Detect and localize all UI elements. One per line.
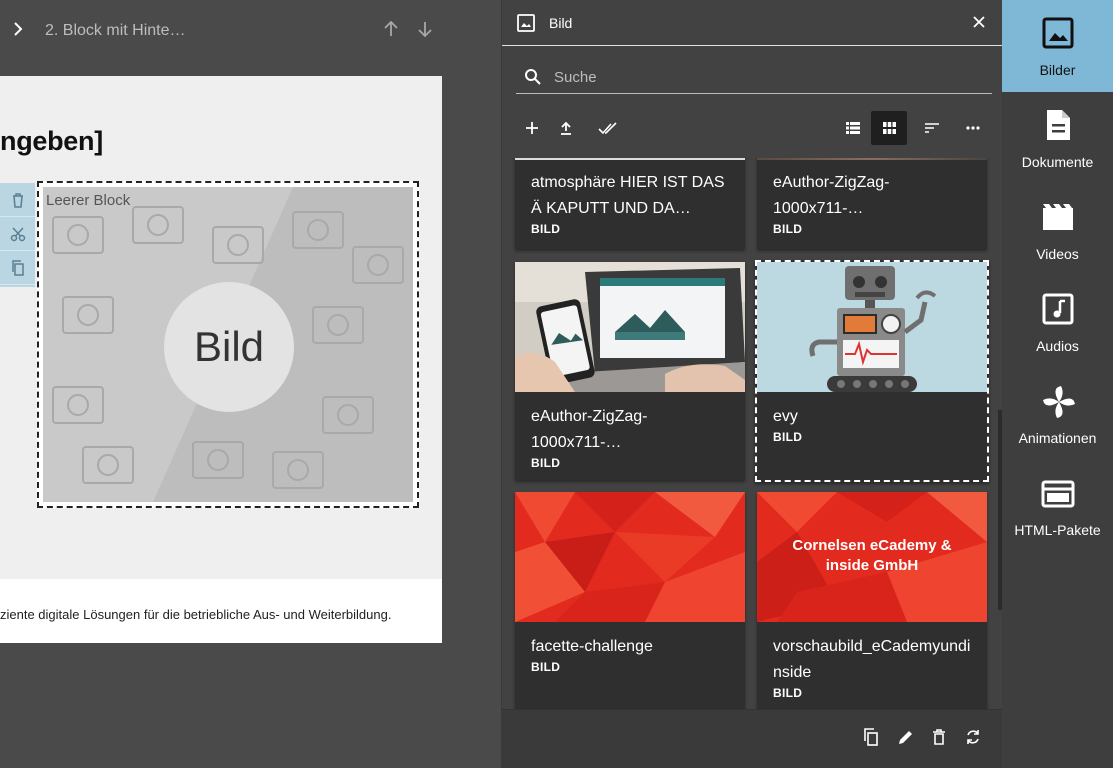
media-type: BILD: [773, 430, 803, 444]
media-type: BILD: [531, 456, 561, 470]
rail-item-animationen[interactable]: Animationen: [1002, 368, 1113, 460]
refresh-icon[interactable]: [965, 728, 981, 751]
laptop-photo-icon: [515, 262, 745, 392]
animation-icon: [1041, 384, 1077, 425]
rail-item-html-pakete[interactable]: HTML-Pakete: [1002, 460, 1113, 552]
video-icon: [1041, 200, 1075, 239]
duplicate-icon[interactable]: [863, 728, 879, 751]
media-name: eAuthor-ZigZag-1000x711-…: [773, 174, 890, 217]
footer-band: ziente digitale Lösungen für die betrieb…: [0, 579, 442, 643]
media-name: facette-challenge: [531, 638, 653, 655]
media-card[interactable]: Cornelsen eCademy & inside GmbH vorschau…: [757, 492, 987, 709]
image-icon: [516, 13, 536, 38]
robot-image-icon: [757, 262, 987, 392]
copy-block-icon[interactable]: [0, 251, 35, 285]
panel-title: Bild: [549, 15, 573, 31]
select-all-icon[interactable]: [592, 112, 624, 144]
delete-block-icon[interactable]: [0, 183, 35, 217]
media-name: eAuthor-ZigZag-1000x711-…: [531, 408, 648, 451]
expand-chevron-icon[interactable]: [12, 21, 24, 42]
media-name: vorschaubild_eCademyundinside: [773, 638, 971, 681]
media-thumbnail: [515, 262, 745, 392]
search-icon: [524, 68, 542, 91]
rail-item-videos[interactable]: Videos: [1002, 184, 1113, 276]
media-thumbnail: Cornelsen eCademy & inside GmbH: [757, 492, 987, 622]
close-icon[interactable]: [971, 12, 987, 37]
add-icon[interactable]: [516, 112, 548, 144]
media-type: BILD: [773, 222, 803, 236]
media-thumbnail: [515, 492, 745, 622]
red-polygon-image-icon: [515, 492, 745, 622]
media-name: atmosphäre HIER IST DAS Ä KAPUTT UND DA…: [531, 174, 725, 217]
image-caption: Cornelsen eCademy & inside GmbH: [792, 537, 952, 574]
block-title: 2. Block mit Hinte…: [45, 22, 186, 39]
page-heading[interactable]: ngeben]: [0, 126, 103, 157]
image-placeholder-text: Bild: [193, 323, 265, 370]
empty-image-block[interactable]: Leerer Block Bild: [37, 181, 419, 508]
media-thumbnail: [757, 262, 987, 392]
edit-icon[interactable]: [897, 728, 913, 751]
media-category-rail: Bilder Dokumente Videos Audios Animation…: [1002, 0, 1113, 768]
upload-icon[interactable]: [550, 112, 582, 144]
rail-item-label: Dokumente: [1021, 154, 1094, 170]
rail-item-label: Animationen: [1018, 430, 1097, 446]
grid-view-icon[interactable]: [871, 111, 907, 145]
media-card[interactable]: atmosphäre HIER IST DAS Ä KAPUTT UND DA……: [515, 158, 745, 249]
search-input[interactable]: [554, 66, 974, 88]
block-tool-strip: [0, 183, 35, 287]
rail-item-dokumente[interactable]: Dokumente: [1002, 92, 1113, 184]
search-field: [516, 60, 992, 94]
media-type: BILD: [773, 686, 803, 700]
empty-block-label: Leerer Block: [46, 192, 131, 209]
media-type: BILD: [531, 660, 561, 674]
panel-footer: [502, 709, 1003, 768]
html-package-icon: [1041, 476, 1075, 515]
rail-item-label: HTML-Pakete: [1014, 522, 1101, 538]
media-card[interactable]: eAuthor-ZigZag-1000x711-… BILD: [757, 158, 987, 249]
media-card[interactable]: eAuthor-ZigZag-1000x711-… BILD: [515, 262, 745, 480]
media-name: evy: [773, 408, 798, 425]
sort-icon[interactable]: [916, 112, 948, 144]
move-down-icon[interactable]: [417, 20, 433, 43]
document-icon: [1041, 108, 1075, 147]
rail-item-label: Audios: [1036, 338, 1079, 354]
footer-text[interactable]: ziente digitale Lösungen für die betrieb…: [0, 607, 391, 622]
audio-icon: [1041, 292, 1075, 331]
image-placeholder: Leerer Block Bild: [43, 187, 413, 502]
rail-item-audios[interactable]: Audios: [1002, 276, 1113, 368]
media-grid: atmosphäre HIER IST DAS Ä KAPUTT UND DA……: [502, 158, 1003, 709]
block-header: 2. Block mit Hinte…: [0, 0, 501, 64]
delete-icon[interactable]: [932, 728, 946, 751]
media-card-selected[interactable]: evy BILD: [755, 260, 989, 482]
cut-block-icon[interactable]: [0, 217, 35, 251]
panel-header: Bild: [502, 0, 1003, 46]
media-panel: Bild Suche atmosphäre HIER IST DAS Ä KAP…: [501, 0, 1003, 768]
panel-toolbar: [502, 108, 1003, 148]
image-icon: [1041, 16, 1075, 55]
move-up-icon[interactable]: [383, 20, 399, 43]
rail-item-label: Bilder: [1039, 62, 1076, 78]
more-icon[interactable]: [957, 112, 989, 144]
rail-item-label: Videos: [1036, 246, 1079, 262]
image-placeholder-circle: Bild: [164, 282, 294, 412]
list-view-icon[interactable]: [837, 112, 869, 144]
rail-item-bilder[interactable]: Bilder: [1002, 0, 1113, 92]
media-type: BILD: [531, 222, 561, 236]
editor-area: 2. Block mit Hinte… ngeben] ziente digit…: [0, 0, 501, 768]
media-card[interactable]: facette-challenge BILD: [515, 492, 745, 709]
